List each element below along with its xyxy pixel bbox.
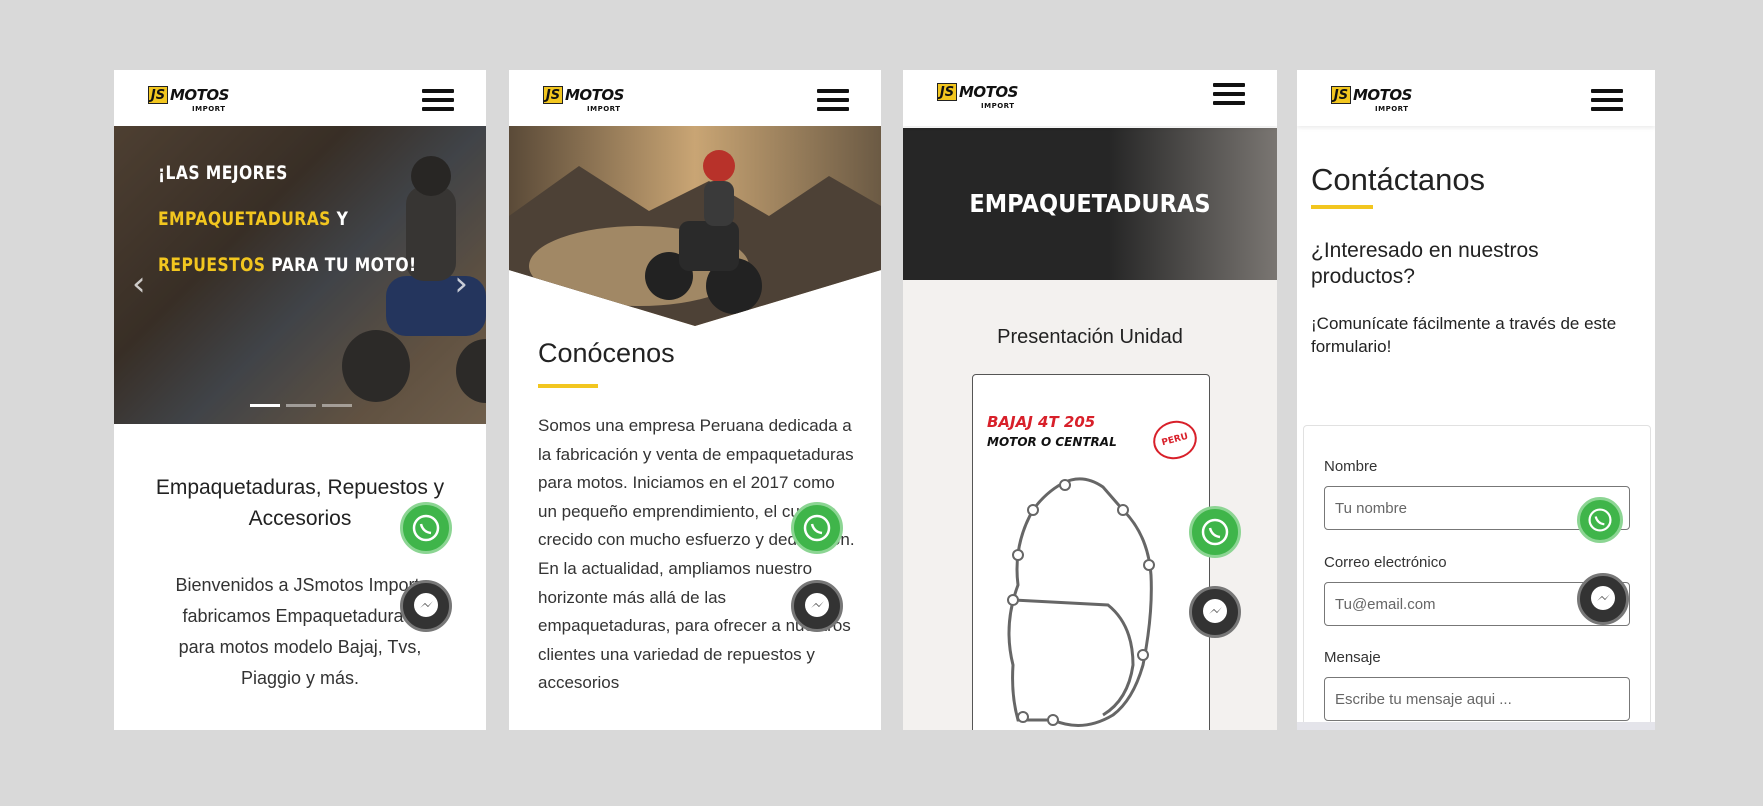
hamburger-menu-icon[interactable] [1213, 83, 1245, 105]
product-model: MOTOR O CENTRAL [987, 435, 1117, 449]
logo-motos: MOTOS [1353, 86, 1412, 104]
logo-js: JS [1331, 86, 1351, 104]
product-brand: BAJAJ 4T 205 [987, 413, 1096, 431]
messenger-icon [805, 593, 829, 617]
contact-question: ¿Interesado en nuestros productos? [1311, 239, 1539, 288]
messenger-button[interactable] [400, 580, 452, 632]
peru-stamp: PERU [1148, 415, 1202, 465]
slider-dot[interactable] [322, 404, 352, 407]
email-label: Correo electrónico [1324, 554, 1447, 571]
logo-import: IMPORT [981, 102, 1015, 110]
site-header: JS MOTOS IMPORT [1297, 70, 1655, 126]
contact-subtitle: ¡Comunícate fácilmente a través de este … [1311, 314, 1617, 356]
site-logo[interactable]: JS MOTOS IMPORT [1331, 86, 1417, 113]
logo-js: JS [937, 83, 957, 101]
category-banner: EMPAQUETADURAS [903, 128, 1277, 280]
whatsapp-button[interactable] [400, 502, 452, 554]
title-underline [538, 384, 598, 388]
screen-about: JS MOTOS IMPORT Conócenos Somos una empr… [509, 70, 881, 730]
screen-contact: JS MOTOS IMPORT Contáctanos ¿Interesado … [1297, 70, 1655, 730]
messenger-icon [414, 593, 438, 617]
whatsapp-button[interactable] [791, 502, 843, 554]
slider-dot[interactable] [250, 404, 280, 407]
hero-line-3: REPUESTOS PARA TU MOTO! [158, 254, 417, 276]
about-hero-image [509, 126, 881, 326]
chevron-left-icon[interactable]: ‹ [132, 264, 146, 304]
logo-motos: MOTOS [959, 83, 1018, 101]
message-label: Mensaje [1324, 649, 1381, 666]
logo-import: IMPORT [192, 105, 226, 113]
product-card[interactable]: BAJAJ 4T 205 MOTOR O CENTRAL PERU [972, 374, 1210, 730]
whatsapp-icon [803, 514, 831, 542]
hamburger-menu-icon[interactable] [1591, 89, 1623, 111]
screen-products: JS MOTOS IMPORT EMPAQUETADURAS Presentac… [903, 70, 1277, 730]
hero-line-2: EMPAQUETADURAS Y [158, 208, 349, 230]
hero-slider: ¡LAS MEJORES EMPAQUETADURAS Y REPUESTOS … [114, 126, 486, 424]
logo-js: JS [543, 86, 563, 104]
messenger-button[interactable] [1189, 586, 1241, 638]
messenger-button[interactable] [791, 580, 843, 632]
name-label: Nombre [1324, 458, 1378, 475]
slider-dot[interactable] [286, 404, 316, 407]
whatsapp-button[interactable] [1577, 497, 1623, 543]
logo-js: JS [148, 86, 168, 104]
whatsapp-icon [412, 514, 440, 542]
about-title: Conócenos [538, 338, 675, 368]
hero-line-1: ¡LAS MEJORES [158, 162, 288, 184]
messenger-icon [1591, 586, 1615, 610]
message-textarea[interactable] [1324, 677, 1630, 721]
gasket-image [1007, 477, 1155, 727]
messenger-button[interactable] [1577, 573, 1629, 625]
site-logo[interactable]: JS MOTOS IMPORT [937, 83, 1023, 110]
contact-title: Contáctanos [1311, 162, 1486, 197]
hamburger-menu-icon[interactable] [817, 89, 849, 111]
whatsapp-icon [1201, 518, 1229, 546]
whatsapp-button[interactable] [1189, 506, 1241, 558]
about-text: Somos una empresa Peruana dedicada a la … [538, 416, 855, 693]
scroll-edge [1297, 722, 1655, 730]
messenger-icon [1203, 599, 1227, 623]
hamburger-menu-icon[interactable] [422, 89, 454, 111]
logo-import: IMPORT [1375, 105, 1409, 113]
site-header: JS MOTOS IMPORT [114, 70, 486, 126]
logo-motos: MOTOS [565, 86, 624, 104]
presentation-title: Presentación Unidad [997, 326, 1183, 348]
category-title: EMPAQUETADURAS [969, 189, 1211, 218]
site-logo[interactable]: JS MOTOS IMPORT [148, 86, 234, 113]
site-header: JS MOTOS IMPORT [509, 70, 881, 126]
slider-dots [250, 394, 358, 412]
screen-home: JS MOTOS IMPORT ¡LAS MEJORES EMPAQUETADU… [114, 70, 486, 730]
welcome-text: Bienvenidos a JSmotos Import, fabricamos… [175, 575, 425, 688]
logo-import: IMPORT [587, 105, 621, 113]
whatsapp-icon [1588, 508, 1612, 532]
chevron-right-icon[interactable]: › [454, 264, 468, 304]
site-logo[interactable]: JS MOTOS IMPORT [543, 86, 629, 113]
site-header: JS MOTOS IMPORT [903, 70, 1277, 126]
title-underline [1311, 205, 1373, 209]
logo-motos: MOTOS [170, 86, 229, 104]
